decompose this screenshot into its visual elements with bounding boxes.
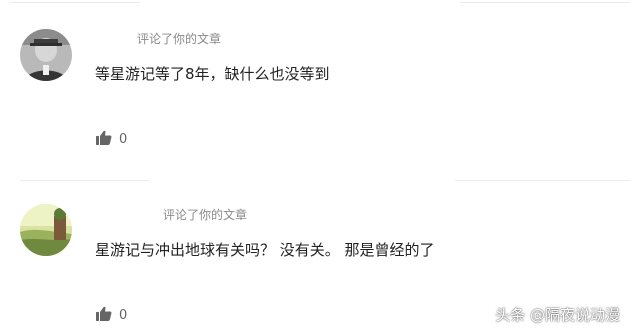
watermark: 头条 @隔夜说动漫 (495, 306, 620, 324)
comment-text: 星游记与冲出地球有关吗？ 没有关。 那是曾经的了 (95, 241, 435, 259)
thumbs-up-icon (96, 130, 112, 150)
like-button[interactable]: 0 (96, 130, 128, 150)
like-button[interactable]: 0 (96, 306, 128, 326)
comment-meta: 评论了你的文章 (163, 208, 248, 222)
thumbs-up-icon (96, 306, 112, 326)
avatar[interactable] (20, 29, 72, 81)
user-avatar-icon (20, 29, 72, 81)
comment-meta: 评论了你的文章 (137, 32, 222, 46)
like-count: 0 (119, 132, 128, 147)
like-count: 0 (119, 308, 128, 323)
comment-text: 等星游记等了8年，缺什么也没等到 (95, 65, 330, 83)
user-avatar-icon (20, 204, 72, 256)
avatar[interactable] (20, 204, 72, 256)
comment-item: 评论了你的文章 等星游记等了8年，缺什么也没等到 0 (0, 0, 630, 180)
